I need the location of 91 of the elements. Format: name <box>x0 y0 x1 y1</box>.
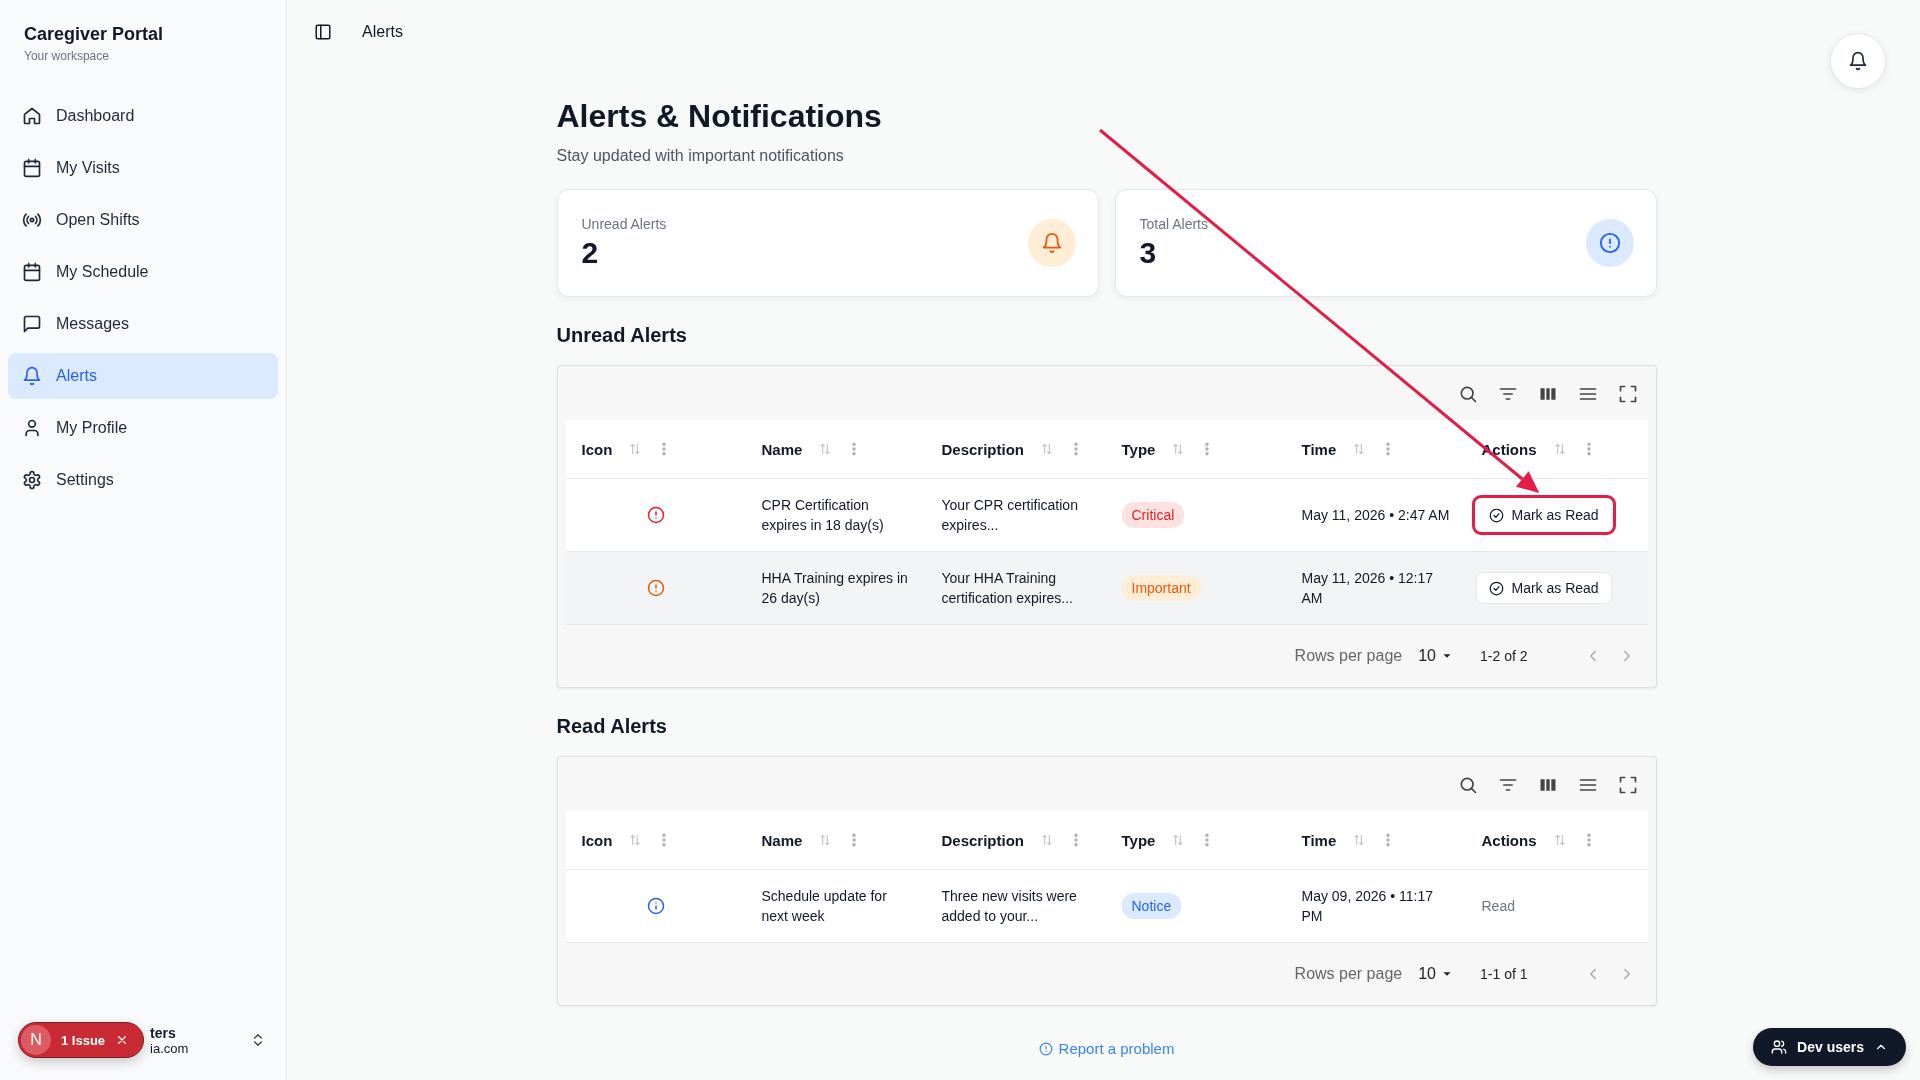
nav-item[interactable]: My Schedule <box>8 249 278 295</box>
sort-icon[interactable] <box>1171 833 1186 847</box>
mark-as-read-button[interactable]: Mark as Read <box>1475 572 1612 604</box>
nav-item[interactable]: Messages <box>8 301 278 347</box>
bell-icon <box>1848 51 1868 71</box>
workspace-label: Your workspace <box>24 49 110 63</box>
exclamation-circle-icon <box>646 579 665 597</box>
issue-count: 1 Issue <box>61 1032 106 1048</box>
info-icon <box>646 897 665 915</box>
table-cell: CPR Certification expires in 18 day(s) <box>761 497 884 533</box>
calendar-icon <box>22 158 42 178</box>
fullscreen-icon[interactable] <box>1617 775 1638 795</box>
table-cell: May 11, 2026 • 12:17 AM <box>1301 570 1433 606</box>
stat-label: Total Alerts <box>1139 216 1208 232</box>
message-icon <box>22 314 42 334</box>
rows-per-page-label: Rows per page <box>1294 647 1403 665</box>
house-icon <box>22 106 42 126</box>
column-header[interactable]: Icon <box>581 440 613 458</box>
table-cell: Schedule update for next week <box>761 888 887 924</box>
status-text: Read <box>1481 898 1515 914</box>
nav-item[interactable]: Open Shifts <box>8 197 278 243</box>
table-cell: Your HHA Training certification expires... <box>941 570 1073 606</box>
sort-icon[interactable] <box>1352 833 1367 847</box>
nav-item[interactable]: Dashboard <box>8 93 278 139</box>
users-icon <box>1771 1039 1788 1055</box>
check-circle-icon <box>1488 507 1504 523</box>
avatar-circle: N <box>21 1025 51 1055</box>
type-tag: Important <box>1121 575 1201 601</box>
sort-icon[interactable] <box>628 442 643 456</box>
user-email: ia.com <box>150 1040 189 1056</box>
table-cell: Your CPR certification expires... <box>941 497 1078 533</box>
sort-icon[interactable] <box>818 442 833 456</box>
column-header[interactable]: Type <box>1121 440 1156 458</box>
sort-icon[interactable] <box>818 833 833 847</box>
table-cell: Three new visits were added to your... <box>941 888 1077 924</box>
notifications-button[interactable] <box>1830 33 1886 89</box>
page-range: 1-2 of 2 <box>1480 648 1528 664</box>
dev-users-button[interactable]: Dev users <box>1753 1028 1906 1066</box>
stat-label: Unread Alerts <box>581 216 667 232</box>
table-cell: May 11, 2026 • 2:47 AM <box>1301 507 1450 523</box>
page-title: Alerts & Notifications <box>556 98 883 135</box>
breadcrumb: Alerts <box>362 23 403 41</box>
broadcast-icon <box>22 210 42 230</box>
table-cell: HHA Training expires in 26 day(s) <box>761 570 908 606</box>
column-header[interactable]: Description <box>941 831 1024 849</box>
table-cell: May 09, 2026 • 11:17 PM <box>1301 888 1433 924</box>
page-subtitle: Stay updated with important notifications <box>556 147 845 165</box>
check-circle-icon <box>1488 580 1504 596</box>
column-header[interactable]: Actions <box>1481 831 1537 849</box>
rows-per-page-select[interactable]: 10 <box>1412 646 1460 666</box>
nav-item[interactable]: My Visits <box>8 145 278 191</box>
issue-badge[interactable]: N 1 Issue <box>18 1022 145 1058</box>
exclamation-circle-icon <box>646 506 665 524</box>
report-link[interactable]: Report a problem <box>1038 1040 1175 1057</box>
sort-icon[interactable] <box>628 833 643 847</box>
sort-icon[interactable] <box>1040 442 1054 456</box>
column-header[interactable]: Name <box>761 831 803 849</box>
page-range: 1-1 of 1 <box>1480 966 1528 982</box>
column-header[interactable]: Time <box>1301 440 1337 458</box>
settings-icon <box>22 470 42 490</box>
nav-item[interactable]: My Profile <box>8 405 278 451</box>
stat-value: 2 <box>581 236 600 270</box>
type-tag: Notice <box>1121 893 1182 919</box>
stat-value: 3 <box>1139 236 1158 270</box>
section-title: Unread Alerts <box>556 324 688 347</box>
sort-icon[interactable] <box>1040 833 1054 847</box>
column-header[interactable]: Name <box>761 440 803 458</box>
bell-icon <box>1040 232 1063 254</box>
column-header[interactable]: Description <box>941 440 1024 458</box>
rows-per-page-label: Rows per page <box>1294 965 1403 983</box>
column-header[interactable]: Icon <box>581 831 613 849</box>
sort-icon[interactable] <box>1552 442 1567 456</box>
exclamation-circle-icon <box>1598 232 1621 254</box>
calendar-icon <box>22 262 42 282</box>
user-icon <box>22 418 42 438</box>
type-tag: Critical <box>1121 502 1185 528</box>
sort-icon[interactable] <box>1552 833 1567 847</box>
nav-item[interactable]: Settings <box>8 457 278 503</box>
nav-item[interactable]: Alerts <box>8 353 278 399</box>
fullscreen-icon[interactable] <box>1617 384 1638 404</box>
mark-as-read-button[interactable]: Mark as Read <box>1471 495 1616 535</box>
sidebar-toggle-icon[interactable] <box>314 23 332 41</box>
column-header[interactable]: Type <box>1121 831 1156 849</box>
sort-icon[interactable] <box>1171 442 1186 456</box>
app-title: Caregiver Portal <box>24 24 165 45</box>
user-name: ters <box>150 1024 177 1041</box>
sort-icon[interactable] <box>1352 442 1367 456</box>
bell-icon <box>22 366 42 386</box>
rows-per-page-select[interactable]: 10 <box>1412 964 1460 984</box>
section-title: Read Alerts <box>556 715 668 738</box>
column-header[interactable]: Time <box>1301 831 1337 849</box>
